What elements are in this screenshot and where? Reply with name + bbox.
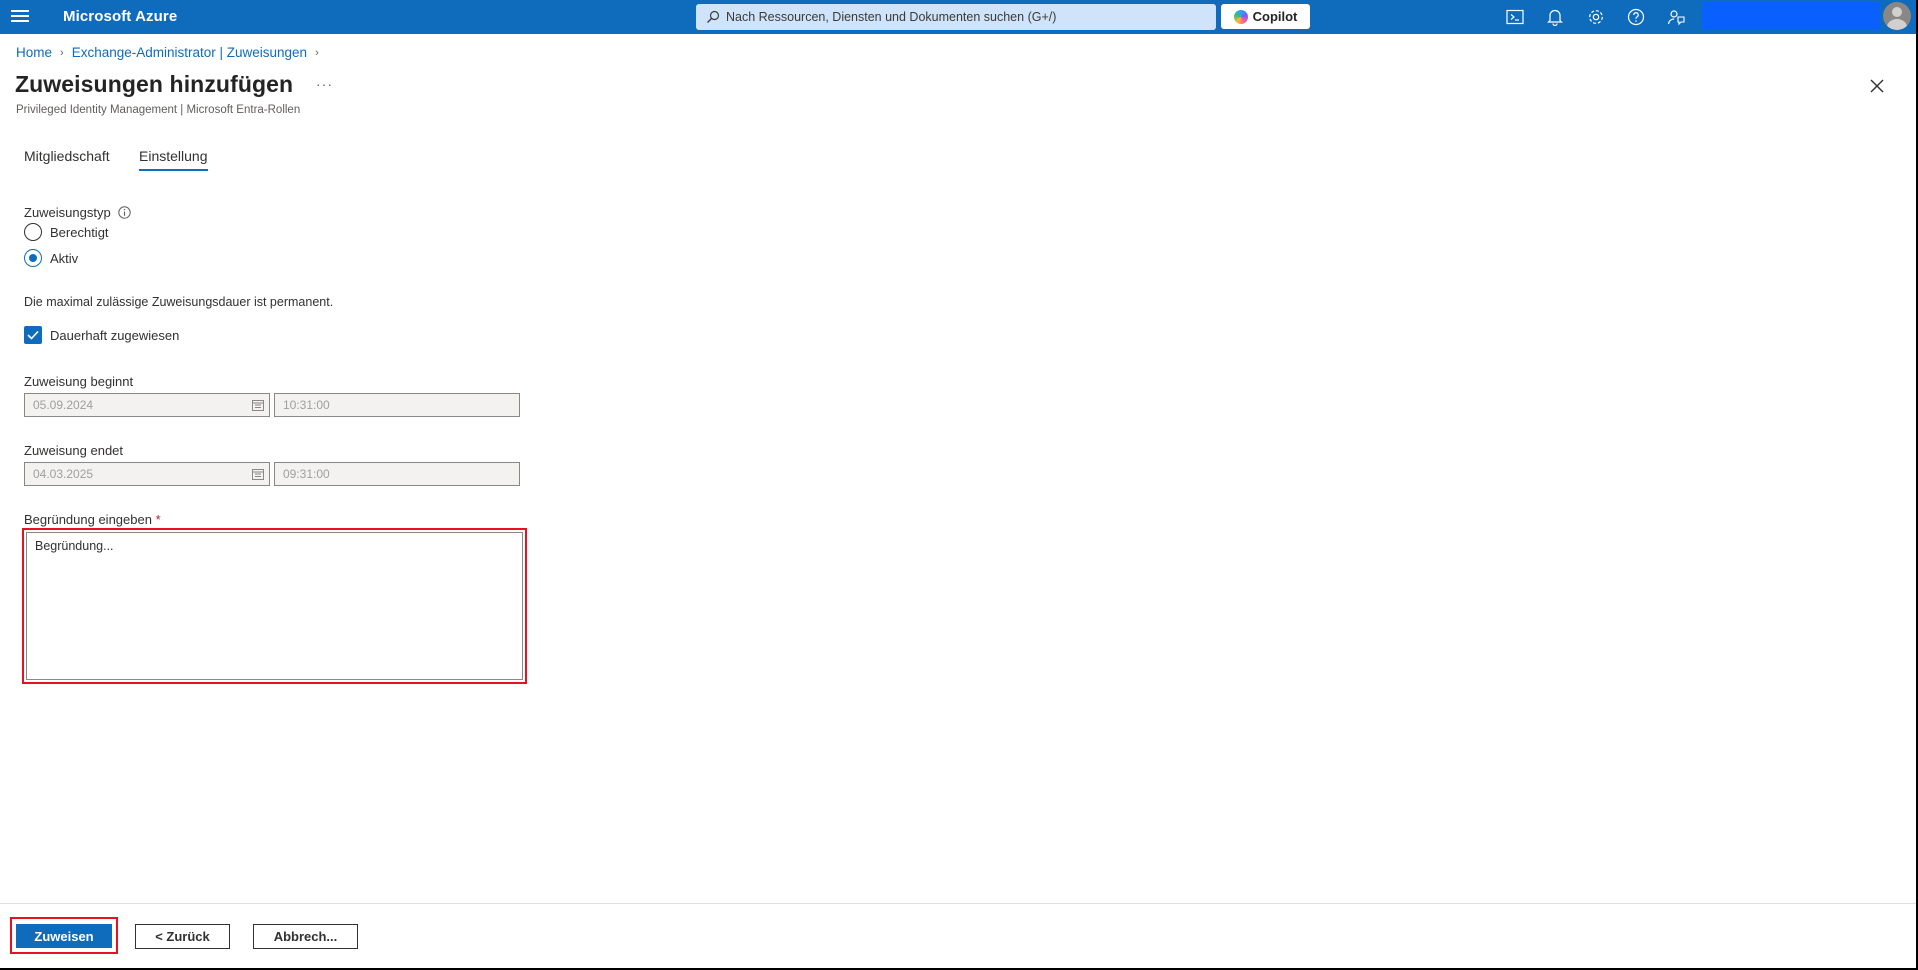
back-button[interactable]: < Zurück — [135, 924, 230, 949]
page-title: Zuweisungen hinzufügen — [15, 71, 294, 97]
justification-label-text: Begründung eingeben — [24, 512, 152, 527]
cancel-button[interactable]: Abbrech... — [253, 924, 358, 949]
radio-aktiv-label: Aktiv — [50, 250, 79, 266]
assignment-type-label: Zuweisungstyp — [24, 205, 111, 220]
breadcrumb: Home › Exchange-Administrator | Zuweisun… — [16, 45, 327, 60]
cloud-shell-icon[interactable] — [1505, 7, 1525, 27]
justification-label: Begründung eingeben * — [24, 512, 161, 527]
help-icon[interactable] — [1626, 7, 1646, 27]
feedback-icon[interactable] — [1666, 7, 1686, 27]
permanent-checkbox-label: Dauerhaft zugewiesen — [50, 327, 180, 343]
start-label: Zuweisung beginnt — [24, 374, 134, 389]
permanent-checkbox-row[interactable]: Dauerhaft zugewiesen — [24, 326, 179, 344]
close-icon[interactable] — [1868, 77, 1886, 95]
end-label: Zuweisung endet — [24, 443, 124, 458]
more-options-icon[interactable]: ··· — [316, 76, 333, 92]
breadcrumb-home[interactable]: Home — [16, 45, 52, 60]
top-bar: Microsoft Azure Copilot — [0, 0, 1916, 34]
info-icon[interactable] — [118, 206, 131, 219]
screen-frame: Microsoft Azure Copilot — [0, 0, 1918, 970]
copilot-label: Copilot — [1252, 9, 1298, 24]
assign-highlight: Zuweisen — [10, 917, 118, 954]
gear-icon[interactable] — [1586, 7, 1606, 27]
end-time-field[interactable]: 09:31:00 — [274, 462, 520, 486]
page-subtitle: Privileged Identity Management | Microso… — [16, 104, 301, 116]
brand-title[interactable]: Microsoft Azure — [63, 8, 177, 25]
notification-bell-icon[interactable] — [1545, 7, 1565, 27]
chevron-right-icon: › — [60, 46, 64, 59]
footer-divider — [0, 903, 1916, 904]
account-info[interactable] — [1702, 2, 1880, 30]
justification-highlight — [22, 528, 527, 684]
calendar-icon[interactable] — [252, 399, 264, 411]
start-time-field[interactable]: 10:31:00 — [274, 393, 520, 417]
tab-einstellung[interactable]: Einstellung — [139, 148, 208, 171]
end-time-value: 09:31:00 — [283, 467, 330, 481]
search-input[interactable] — [726, 4, 1206, 30]
search-icon — [707, 10, 720, 23]
radio-aktiv[interactable]: Aktiv — [24, 249, 78, 267]
copilot-icon — [1233, 9, 1248, 24]
tab-mitgliedschaft[interactable]: Mitgliedschaft — [24, 148, 110, 164]
max-duration-text: Die maximal zulässige Zuweisungsdauer is… — [24, 295, 334, 309]
menu-icon[interactable] — [11, 9, 29, 25]
breadcrumb-exchange-admin[interactable]: Exchange-Administrator | Zuweisungen — [72, 45, 307, 60]
checkmark-icon — [27, 330, 39, 340]
radio-berechtigt[interactable]: Berechtigt — [24, 223, 109, 241]
end-date-value: 04.03.2025 — [33, 467, 94, 481]
required-marker: * — [155, 512, 161, 527]
permanent-checkbox[interactable] — [24, 326, 42, 344]
end-date-field[interactable]: 04.03.2025 — [24, 462, 270, 486]
assign-button[interactable]: Zuweisen — [16, 924, 112, 948]
azure-portal-window: Microsoft Azure Copilot — [0, 0, 1916, 968]
start-time-value: 10:31:00 — [283, 398, 330, 412]
global-search[interactable] — [696, 4, 1216, 30]
copilot-button[interactable]: Copilot — [1221, 4, 1310, 29]
start-date-value: 05.09.2024 — [33, 398, 94, 412]
radio-circle[interactable] — [24, 223, 42, 241]
chevron-right-icon: › — [315, 46, 319, 59]
radio-circle-selected[interactable] — [24, 249, 42, 267]
calendar-icon[interactable] — [252, 468, 264, 480]
justification-textarea[interactable] — [26, 532, 523, 680]
start-date-field[interactable]: 05.09.2024 — [24, 393, 270, 417]
radio-berechtigt-label: Berechtigt — [50, 224, 109, 240]
avatar[interactable] — [1883, 2, 1911, 30]
